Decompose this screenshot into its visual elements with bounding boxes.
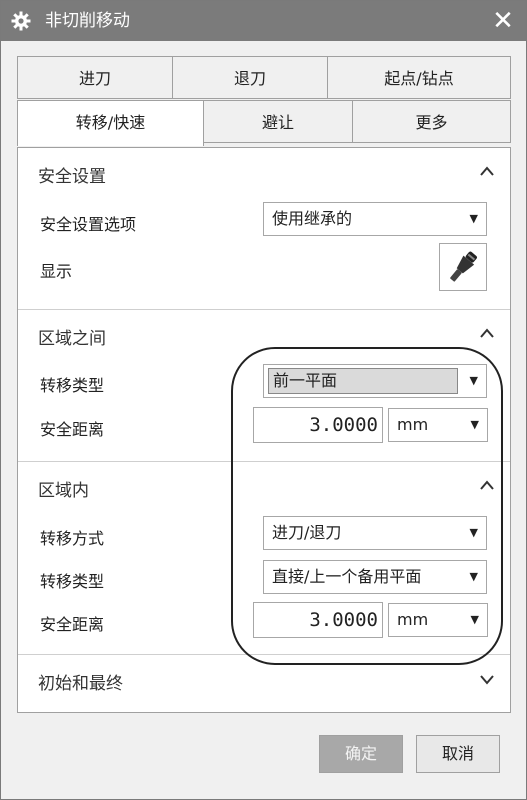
tab-engage[interactable]: 进刀 [17, 56, 173, 99]
chevron-up-icon[interactable] [478, 163, 496, 181]
divider [18, 309, 510, 310]
close-icon[interactable]: ✕ [488, 6, 518, 36]
section-title: 区域之间 [38, 329, 106, 349]
tab-transfer-rapid[interactable]: 转移/快速 [17, 100, 204, 146]
chevron-down-icon[interactable] [478, 670, 496, 688]
divider [18, 654, 510, 655]
within-safe-distance-label: 安全距离 [40, 615, 105, 634]
section-title: 安全设置 [38, 167, 106, 187]
caret-down-icon: ▼ [470, 613, 479, 626]
tab-row-2: 转移/快速 避让 更多 [17, 100, 511, 146]
flashlight-icon [450, 251, 477, 282]
caret-down-icon: ▼ [469, 526, 478, 539]
divider [18, 461, 510, 462]
section-between-regions[interactable]: 区域之间 [18, 312, 510, 360]
select-value: 进刀/退刀 [272, 523, 342, 542]
window-title: 非切削移动 [45, 11, 130, 31]
within-transfer-method-label: 转移方式 [40, 529, 105, 548]
section-within-region[interactable]: 区域内 [18, 464, 510, 512]
cancel-button[interactable]: 取消 [416, 735, 500, 773]
gear-icon [11, 11, 31, 31]
between-transfer-type-select[interactable]: 前一平面 ▼ [263, 364, 487, 398]
within-transfer-type-select[interactable]: 直接/上一个备用平面 ▼ [263, 560, 487, 594]
select-value: mm [397, 610, 429, 629]
section-title: 区域内 [38, 481, 89, 501]
display-label: 显示 [40, 262, 73, 281]
section-title: 初始和最终 [38, 674, 123, 694]
within-safe-distance-input[interactable]: 3.0000 [253, 602, 383, 638]
select-highlight: 前一平面 [268, 368, 458, 394]
display-button[interactable] [439, 243, 487, 291]
within-transfer-method-select[interactable]: 进刀/退刀 ▼ [263, 516, 487, 550]
title-bar[interactable]: 非切削移动 ✕ [1, 1, 526, 41]
between-safe-distance-label: 安全距离 [40, 420, 105, 439]
chevron-up-icon[interactable] [478, 325, 496, 343]
caret-down-icon: ▼ [469, 374, 478, 387]
select-value: 使用继承的 [272, 209, 353, 228]
section-initial-final[interactable]: 初始和最终 [18, 657, 510, 705]
safety-option-select[interactable]: 使用继承的 ▼ [263, 202, 487, 236]
safety-option-label: 安全设置选项 [40, 215, 137, 234]
between-unit-select[interactable]: mm ▼ [388, 408, 488, 442]
tab-panel: 安全设置 安全设置选项 使用继承的 ▼ 显示 区域之间 转移类型 前一平面 ▼ … [17, 147, 511, 713]
select-value: 直接/上一个备用平面 [272, 567, 422, 586]
tab-avoidance[interactable]: 避让 [203, 100, 353, 143]
section-safety-settings[interactable]: 安全设置 [18, 150, 510, 198]
tab-row-1: 进刀 退刀 起点/钻点 [17, 56, 511, 100]
caret-down-icon: ▼ [469, 570, 478, 583]
non-cutting-moves-dialog: 非切削移动 ✕ 进刀 退刀 起点/钻点 转移/快速 避让 更多 安全设置 安全设… [0, 0, 527, 800]
select-value: mm [397, 415, 429, 434]
tab-retract[interactable]: 退刀 [172, 56, 328, 99]
between-safe-distance-input[interactable]: 3.0000 [253, 407, 383, 443]
select-value: 前一平面 [273, 371, 338, 390]
between-transfer-type-label: 转移类型 [40, 376, 105, 395]
caret-down-icon: ▼ [470, 418, 479, 431]
caret-down-icon: ▼ [469, 212, 478, 225]
ok-button[interactable]: 确定 [319, 735, 403, 773]
within-unit-select[interactable]: mm ▼ [388, 603, 488, 637]
tab-more[interactable]: 更多 [352, 100, 511, 143]
tab-start-drill-points[interactable]: 起点/钻点 [327, 56, 511, 99]
within-transfer-type-label: 转移类型 [40, 572, 105, 591]
chevron-up-icon[interactable] [478, 477, 496, 495]
tab-strip: 进刀 退刀 起点/钻点 转移/快速 避让 更多 [17, 56, 511, 146]
